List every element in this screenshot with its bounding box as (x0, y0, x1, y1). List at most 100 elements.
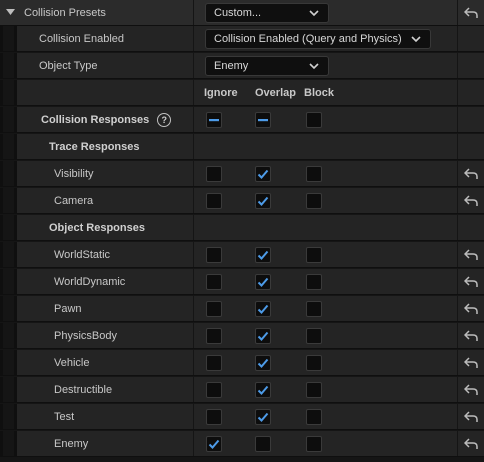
help-icon[interactable]: ? (157, 112, 172, 127)
block-checkbox[interactable] (306, 436, 322, 452)
overlap-checkbox[interactable] (255, 301, 271, 317)
trace-responses-row: Trace Responses (0, 134, 484, 160)
collision-presets-dropdown[interactable]: Custom... (205, 3, 329, 23)
reset-cell (458, 350, 484, 375)
response-value-cell (194, 161, 457, 186)
overlap-column-header: Overlap (255, 87, 296, 99)
overlap-checkbox[interactable] (255, 382, 271, 398)
indent-guide (0, 80, 3, 105)
response-row-test: Test (0, 404, 484, 430)
overlap-checkbox[interactable] (255, 409, 271, 425)
block-checkbox[interactable] (306, 301, 322, 317)
indent-guide (0, 161, 3, 186)
collision-presets-reset-cell (458, 0, 484, 25)
reset-cell (458, 269, 484, 294)
collision-presets-row: Collision Presets Custom... (0, 0, 484, 26)
reset-cell (458, 296, 484, 321)
indent-guide (0, 26, 3, 51)
ignore-checkbox[interactable] (206, 355, 222, 371)
ignore-column-header: Ignore (204, 87, 238, 99)
response-label: Enemy (54, 437, 89, 450)
reset-arrow-icon[interactable] (464, 6, 478, 19)
collision-responses-ignore-checkbox[interactable] (206, 112, 222, 128)
reset-arrow-icon[interactable] (464, 329, 478, 342)
ignore-checkbox[interactable] (206, 328, 222, 344)
ignore-checkbox[interactable] (206, 301, 222, 317)
ignore-checkbox[interactable] (206, 166, 222, 182)
ignore-checkbox[interactable] (206, 274, 222, 290)
block-checkbox[interactable] (306, 409, 322, 425)
reset-cell (458, 404, 484, 429)
response-column-header-row: Ignore Overlap Block (0, 80, 484, 106)
collision-enabled-dropdown[interactable]: Collision Enabled (Query and Physics) (205, 29, 431, 49)
overlap-checkbox[interactable] (255, 436, 271, 452)
reset-arrow-icon[interactable] (464, 437, 478, 450)
indent-guide (0, 107, 3, 132)
ignore-checkbox[interactable] (206, 247, 222, 263)
response-label: WorldStatic (54, 248, 111, 261)
reset-arrow-icon[interactable] (464, 194, 478, 207)
collision-enabled-label: Collision Enabled (39, 32, 124, 45)
reset-arrow-icon[interactable] (464, 383, 478, 396)
reset-arrow-icon[interactable] (464, 302, 478, 315)
overlap-checkbox[interactable] (255, 247, 271, 263)
header-label-cell (17, 80, 193, 105)
collision-responses-block-checkbox[interactable] (306, 112, 322, 128)
response-label: Pawn (54, 302, 82, 315)
object-type-label-cell: Object Type (17, 53, 193, 78)
reset-cell (458, 161, 484, 186)
overlap-checkbox[interactable] (255, 355, 271, 371)
reset-arrow-icon[interactable] (464, 275, 478, 288)
header-value-cell: Ignore Overlap Block (194, 80, 457, 105)
response-label-cell: WorldDynamic (17, 269, 193, 294)
indent-guide (0, 134, 3, 159)
response-row-enemy: Enemy (0, 431, 484, 457)
chevron-down-icon (309, 10, 319, 17)
indent-guide (0, 296, 3, 321)
ignore-checkbox[interactable] (206, 193, 222, 209)
response-label: Test (54, 410, 75, 423)
response-value-cell (194, 404, 457, 429)
block-checkbox[interactable] (306, 247, 322, 263)
reset-arrow-icon[interactable] (464, 356, 478, 369)
response-label-cell: Pawn (17, 296, 193, 321)
ignore-checkbox[interactable] (206, 382, 222, 398)
block-checkbox[interactable] (306, 355, 322, 371)
response-row-camera: Camera (0, 188, 484, 214)
response-label: Camera (54, 194, 94, 207)
block-column-header: Block (304, 87, 334, 99)
collision-enabled-value: Collision Enabled (Query and Physics) (214, 33, 402, 45)
overlap-checkbox[interactable] (255, 166, 271, 182)
ignore-checkbox[interactable] (206, 436, 222, 452)
block-checkbox[interactable] (306, 193, 322, 209)
indent-guide (0, 53, 3, 78)
response-label-cell: Camera (17, 188, 193, 213)
triangle-down-icon[interactable] (6, 9, 15, 16)
response-value-cell (194, 269, 457, 294)
object-type-dropdown[interactable]: Enemy (205, 56, 329, 76)
overlap-checkbox[interactable] (255, 328, 271, 344)
reset-arrow-icon[interactable] (464, 167, 478, 180)
response-value-cell (194, 188, 457, 213)
response-label-cell: Vehicle (17, 350, 193, 375)
block-checkbox[interactable] (306, 328, 322, 344)
collision-responses-overlap-checkbox[interactable] (255, 112, 271, 128)
reset-arrow-icon[interactable] (464, 248, 478, 261)
response-label: WorldDynamic (54, 275, 126, 288)
reset-cell (458, 431, 484, 456)
ignore-checkbox[interactable] (206, 409, 222, 425)
collision-presets-label-cell: Collision Presets (0, 0, 193, 25)
response-row-destructible: Destructible (0, 377, 484, 403)
block-checkbox[interactable] (306, 382, 322, 398)
overlap-checkbox[interactable] (255, 274, 271, 290)
object-responses-row: Object Responses (0, 215, 484, 241)
overlap-checkbox[interactable] (255, 193, 271, 209)
trace-responses-value-cell (194, 134, 457, 159)
block-checkbox[interactable] (306, 274, 322, 290)
object-type-label: Object Type (39, 59, 98, 72)
indent-guide (0, 242, 3, 267)
reset-arrow-icon[interactable] (464, 410, 478, 423)
collision-responses-value-cell (194, 107, 457, 132)
block-checkbox[interactable] (306, 166, 322, 182)
response-row-worlddynamic: WorldDynamic (0, 269, 484, 295)
